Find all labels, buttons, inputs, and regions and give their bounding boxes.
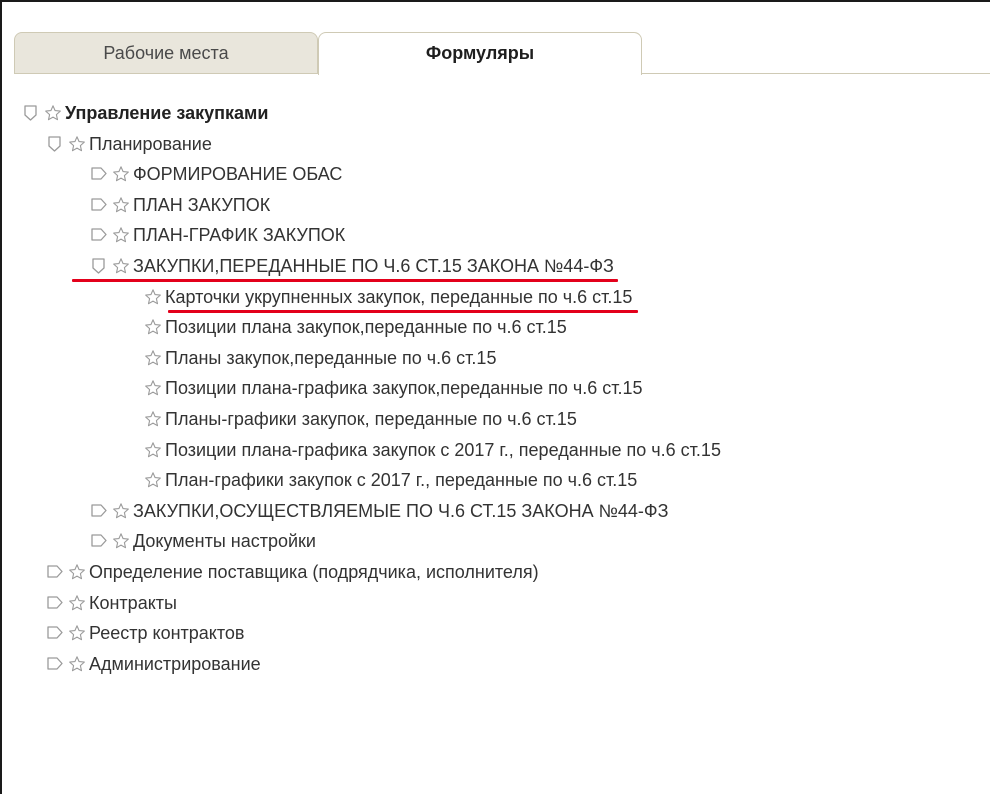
star-icon[interactable]: [112, 502, 130, 520]
collapsed-toggle-icon[interactable]: [90, 165, 108, 183]
tree-node[interactable]: Позиции плана закупок,переданные по ч.6 …: [144, 312, 567, 342]
star-icon[interactable]: [144, 318, 162, 336]
collapsed-toggle-icon[interactable]: [90, 196, 108, 214]
star-icon[interactable]: [112, 196, 130, 214]
tree-node-label: Планы-графики закупок, переданные по ч.6…: [165, 409, 577, 429]
tree-node-label: Карточки укрупненных закупок, переданные…: [165, 286, 633, 307]
star-icon[interactable]: [144, 410, 162, 428]
highlight-underline: [72, 279, 618, 282]
tree-node-label: Определение поставщика (подрядчика, испо…: [89, 562, 539, 582]
collapsed-toggle-icon[interactable]: [90, 226, 108, 244]
tree-node-label: Реестр контрактов: [89, 623, 245, 644]
tree-node[interactable]: Позиции плана-графика закупок,переданные…: [144, 373, 643, 403]
star-icon[interactable]: [144, 471, 162, 489]
tree-node[interactable]: Контракты: [46, 588, 177, 618]
tree-node[interactable]: ЗАКУПКИ,ОСУЩЕСТВЛЯЕМЫЕ ПО Ч.6 СТ.15 ЗАКО…: [90, 496, 668, 526]
star-icon[interactable]: [44, 104, 62, 122]
tree-node[interactable]: Реестр контрактов: [46, 618, 244, 648]
collapsed-toggle-icon[interactable]: [90, 502, 108, 520]
collapsed-toggle-icon[interactable]: [46, 594, 64, 612]
tree-node-label: Управление закупками: [65, 103, 269, 123]
tree-node-label: Администрирование: [89, 653, 261, 674]
tree-node-label: Документы настройки: [133, 531, 316, 552]
tree-node[interactable]: ПЛАН ЗАКУПОК: [90, 190, 270, 220]
collapsed-toggle-icon[interactable]: [46, 624, 64, 642]
tree-node-label: Позиции плана закупок,переданные по ч.6 …: [165, 317, 567, 338]
tree-node[interactable]: Карточки укрупненных закупок, переданные…: [144, 282, 632, 312]
tree-node[interactable]: Управление закупками: [22, 98, 268, 128]
tree-node[interactable]: ПЛАН-ГРАФИК ЗАКУПОК: [90, 220, 345, 250]
star-icon[interactable]: [68, 135, 86, 153]
collapsed-toggle-icon[interactable]: [90, 532, 108, 550]
tree-node-label: Позиции плана-графика закупок с 2017 г.,…: [165, 439, 721, 460]
tree-node[interactable]: Планирование: [46, 129, 212, 159]
tree-node-label: ПЛАН ЗАКУПОК: [133, 194, 271, 215]
highlight-underline: [168, 309, 639, 313]
tree-node[interactable]: Администрирование: [46, 649, 261, 679]
tree-node-label: ЗАКУПКИ,ПЕРЕДАННЫЕ ПО Ч.6 СТ.15 ЗАКОНА №…: [133, 256, 614, 276]
star-icon[interactable]: [68, 594, 86, 612]
tree-node[interactable]: Планы закупок,переданные по ч.6 ст.15: [144, 343, 496, 373]
star-icon[interactable]: [112, 257, 130, 275]
tree-node-label: Контракты: [89, 592, 177, 613]
tree-node[interactable]: ЗАКУПКИ,ПЕРЕДАННЫЕ ПО Ч.6 СТ.15 ЗАКОНА №…: [90, 251, 614, 281]
star-icon[interactable]: [68, 655, 86, 673]
collapsed-toggle-icon[interactable]: [46, 563, 64, 581]
tab-forms[interactable]: Формуляры: [318, 32, 642, 75]
tree-node-label: ЗАКУПКИ,ОСУЩЕСТВЛЯЕМЫЕ ПО Ч.6 СТ.15 ЗАКО…: [133, 500, 669, 521]
tree-node-label: Планы закупок,переданные по ч.6 ст.15: [165, 347, 497, 368]
tree-node-label: ФОРМИРОВАНИЕ ОБАС: [133, 164, 343, 185]
tree-view: Управление закупками Планирование ФОРМИРОВ…: [0, 0, 990, 794]
expanded-toggle-icon[interactable]: [46, 135, 64, 153]
star-icon[interactable]: [112, 165, 130, 183]
star-icon[interactable]: [144, 288, 162, 306]
expanded-toggle-icon[interactable]: [90, 257, 108, 275]
tree-node-label: План-графики закупок с 2017 г., переданн…: [165, 470, 638, 491]
tree-node[interactable]: Документы настройки: [90, 526, 316, 556]
tree-node-label: ПЛАН-ГРАФИК ЗАКУПОК: [133, 225, 346, 246]
tree-node-label: Позиции плана-графика закупок,переданные…: [165, 378, 643, 399]
star-icon[interactable]: [144, 441, 162, 459]
star-icon[interactable]: [112, 226, 130, 244]
tree-node[interactable]: Позиции плана-графика закупок с 2017 г.,…: [144, 435, 721, 465]
star-icon[interactable]: [112, 532, 130, 550]
tree-node-label: Планирование: [89, 133, 212, 154]
star-icon[interactable]: [144, 379, 162, 397]
expanded-toggle-icon[interactable]: [22, 104, 40, 122]
star-icon[interactable]: [68, 563, 86, 581]
tree-node[interactable]: ФОРМИРОВАНИЕ ОБАС: [90, 159, 342, 189]
tree-node[interactable]: Планы-графики закупок, переданные по ч.6…: [144, 404, 577, 434]
collapsed-toggle-icon[interactable]: [46, 655, 64, 673]
star-icon[interactable]: [144, 349, 162, 367]
star-icon[interactable]: [68, 624, 86, 642]
tree-node[interactable]: План-графики закупок с 2017 г., переданн…: [144, 465, 637, 495]
tree-node[interactable]: Определение поставщика (подрядчика, испо…: [46, 557, 539, 587]
